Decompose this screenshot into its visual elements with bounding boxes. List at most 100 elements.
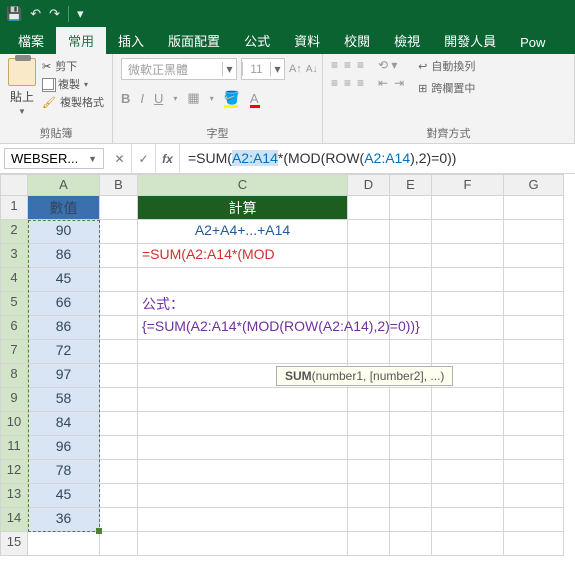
shrink-font-icon[interactable]: A↓ — [306, 64, 318, 75]
cell[interactable] — [504, 292, 564, 316]
column-header-E[interactable]: E — [390, 174, 432, 196]
cell[interactable]: 72 — [28, 340, 100, 364]
cut-button[interactable]: ✂剪下 — [42, 58, 104, 74]
cell[interactable] — [504, 508, 564, 532]
cell[interactable] — [348, 220, 390, 244]
redo-icon[interactable]: ↷ — [49, 6, 60, 22]
cell[interactable] — [504, 460, 564, 484]
tab-home[interactable]: 常用 — [56, 27, 106, 54]
cell[interactable] — [504, 484, 564, 508]
cell[interactable] — [100, 460, 138, 484]
column-header-F[interactable]: F — [432, 174, 504, 196]
cell[interactable] — [390, 436, 432, 460]
merge-center-button[interactable]: ⊞跨欄置中 — [418, 80, 475, 96]
column-header-B[interactable]: B — [100, 174, 138, 196]
cell[interactable] — [432, 532, 504, 556]
cell[interactable] — [432, 340, 504, 364]
fill-color-icon[interactable]: 🪣 — [224, 90, 240, 106]
tab-power[interactable]: Pow — [508, 31, 557, 54]
cell[interactable] — [390, 220, 432, 244]
cell[interactable] — [138, 460, 348, 484]
cell[interactable] — [504, 244, 564, 268]
row-header[interactable]: 10 — [0, 412, 28, 436]
cell[interactable] — [348, 436, 390, 460]
row-header[interactable]: 15 — [0, 532, 28, 556]
cell[interactable] — [100, 220, 138, 244]
enter-formula-button[interactable]: ✓ — [132, 144, 156, 173]
cell[interactable] — [348, 388, 390, 412]
row-header[interactable]: 4 — [0, 268, 28, 292]
cell[interactable] — [348, 340, 390, 364]
cell[interactable]: 數值 — [28, 196, 100, 220]
cell[interactable] — [100, 292, 138, 316]
font-color-icon[interactable]: A — [250, 91, 259, 106]
undo-icon[interactable]: ↶ — [30, 6, 41, 22]
tab-review[interactable]: 校閱 — [332, 27, 382, 54]
cell[interactable] — [100, 532, 138, 556]
row-header[interactable]: 13 — [0, 484, 28, 508]
row-header[interactable]: 9 — [0, 388, 28, 412]
cell[interactable] — [348, 484, 390, 508]
cell[interactable]: 66 — [28, 292, 100, 316]
italic-button[interactable]: I — [140, 91, 144, 106]
cell[interactable] — [138, 532, 348, 556]
cell[interactable] — [138, 484, 348, 508]
cell[interactable] — [390, 244, 432, 268]
cell[interactable] — [348, 508, 390, 532]
cell[interactable]: 58 — [28, 388, 100, 412]
cell[interactable]: 84 — [28, 412, 100, 436]
increase-indent-icon[interactable]: ⇥ — [394, 76, 404, 90]
cell[interactable] — [390, 292, 432, 316]
cell[interactable]: 86 — [28, 316, 100, 340]
cell[interactable]: 45 — [28, 268, 100, 292]
cell[interactable]: A2+A4+...+A14 — [138, 220, 348, 244]
cell[interactable] — [138, 268, 348, 292]
cell[interactable]: 96 — [28, 436, 100, 460]
copy-button[interactable]: 複製▾ — [42, 76, 104, 92]
cell[interactable] — [100, 484, 138, 508]
cell[interactable] — [348, 268, 390, 292]
cell[interactable] — [138, 388, 348, 412]
cell[interactable] — [390, 196, 432, 220]
align-top-icon[interactable]: ≡ — [331, 58, 338, 72]
cell[interactable] — [504, 532, 564, 556]
cell[interactable] — [504, 340, 564, 364]
cell[interactable] — [432, 316, 504, 340]
fx-button[interactable]: fx — [156, 144, 180, 173]
name-box[interactable]: WEBSER... ▼ — [4, 148, 104, 169]
cell[interactable] — [348, 460, 390, 484]
row-header[interactable]: 6 — [0, 316, 28, 340]
row-header[interactable]: 1 — [0, 196, 28, 220]
cell[interactable]: 86 — [28, 244, 100, 268]
cell[interactable] — [504, 388, 564, 412]
tab-view[interactable]: 檢視 — [382, 27, 432, 54]
align-center-icon[interactable]: ≡ — [344, 76, 351, 90]
grow-font-icon[interactable]: A↑ — [289, 63, 302, 75]
cell[interactable] — [432, 220, 504, 244]
select-all-corner[interactable] — [0, 174, 28, 196]
tab-formulas[interactable]: 公式 — [232, 27, 282, 54]
cell[interactable] — [348, 244, 390, 268]
cell[interactable] — [348, 412, 390, 436]
column-header-A[interactable]: A — [28, 174, 100, 196]
cell[interactable]: 78 — [28, 460, 100, 484]
paste-button[interactable]: 貼上 ▼ — [8, 58, 36, 123]
align-bottom-icon[interactable]: ≡ — [357, 58, 364, 72]
tab-layout[interactable]: 版面配置 — [156, 27, 232, 54]
cell[interactable]: 45 — [28, 484, 100, 508]
cell[interactable] — [100, 196, 138, 220]
cell[interactable] — [390, 508, 432, 532]
spreadsheet-grid[interactable]: SUM(number1, [number2], ...) A B C D E F… — [0, 174, 575, 556]
cell[interactable] — [432, 388, 504, 412]
cell[interactable] — [432, 460, 504, 484]
cell[interactable] — [504, 268, 564, 292]
cell[interactable] — [432, 196, 504, 220]
tab-insert[interactable]: 插入 — [106, 27, 156, 54]
cell[interactable] — [390, 484, 432, 508]
orientation-icon[interactable]: ⟲ ▾ — [378, 58, 404, 72]
editing-cell[interactable]: =SUM(A2:A14*(MOD — [138, 244, 348, 268]
cell[interactable] — [504, 364, 564, 388]
cell[interactable]: 公式： — [138, 292, 348, 316]
cell[interactable] — [504, 436, 564, 460]
cell[interactable] — [100, 364, 138, 388]
